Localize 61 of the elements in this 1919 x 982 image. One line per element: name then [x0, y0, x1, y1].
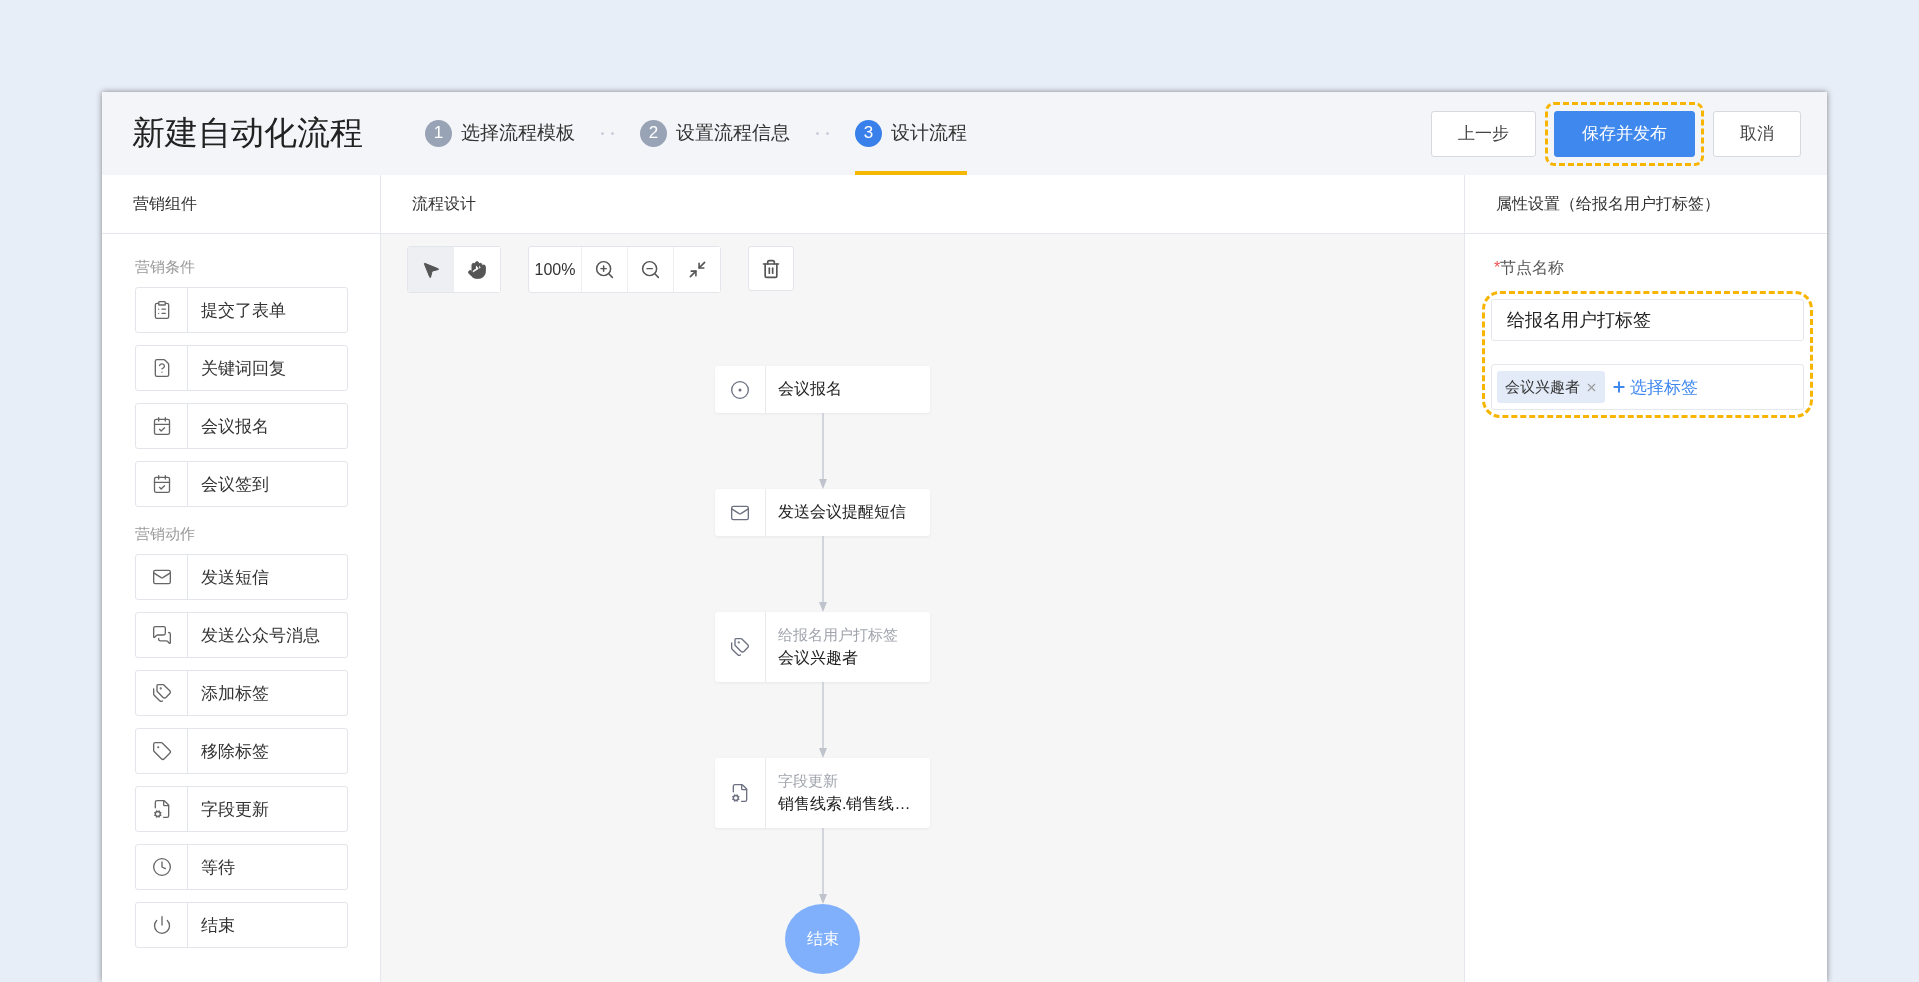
clock-icon	[151, 857, 172, 877]
delete-button[interactable]	[748, 246, 794, 291]
field-label-text: 节点名称	[1500, 259, 1565, 276]
chat-bubbles-icon	[151, 625, 172, 645]
zoom-out-icon	[640, 259, 661, 280]
envelope-icon	[151, 567, 172, 587]
group-title: 营销动作	[135, 525, 196, 544]
component-item[interactable]: 字段更新	[135, 786, 348, 832]
calendar-check-icon	[151, 474, 172, 494]
zoom-in-icon	[594, 259, 615, 280]
node-caption: 给报名用户打标签	[778, 625, 898, 645]
component-item[interactable]: 发送公众号消息	[135, 612, 348, 658]
component-item[interactable]: 结束	[135, 902, 348, 948]
required-mark: *	[1494, 259, 1501, 276]
flow-node[interactable]: 给报名用户打标签 会议兴趣者	[715, 612, 930, 682]
component-item[interactable]: 发送短信	[135, 554, 348, 600]
step-label: 选择流程模板	[461, 121, 575, 145]
publish-button[interactable]: 保存并发布	[1554, 110, 1695, 157]
plus-icon	[1611, 379, 1627, 395]
page-title: 新建自动化流程	[132, 113, 363, 153]
trash-icon	[761, 258, 781, 279]
component-item[interactable]: 移除标签	[135, 728, 348, 774]
flow-node[interactable]: 字段更新 销售线索.销售线…	[715, 758, 930, 828]
step-number: 1	[425, 119, 452, 147]
wizard-step[interactable]: 1 选择流程模板	[425, 92, 575, 175]
node-label: 会议兴趣者	[778, 647, 859, 668]
step-number: 2	[640, 119, 667, 147]
collapse-arrows-icon	[687, 260, 707, 279]
flow-node[interactable]: 会议报名	[715, 366, 930, 413]
step-label: 设置流程信息	[676, 121, 790, 145]
flow-node[interactable]: 发送会议提醒短信	[715, 489, 930, 536]
wizard-step[interactable]: 2 设置流程信息	[640, 92, 790, 175]
calendar-check-icon	[151, 416, 172, 436]
header-button[interactable]: 上一步	[1431, 110, 1536, 157]
step-separator-dots	[601, 132, 614, 135]
tag-icon	[151, 741, 172, 761]
target-icon	[730, 379, 750, 400]
header-button[interactable]: 取消	[1713, 110, 1801, 157]
document-gear-icon	[151, 799, 172, 819]
component-item[interactable]: 添加标签	[135, 670, 348, 716]
power-icon	[151, 915, 172, 935]
node-name-input[interactable]: 给报名用户打标签	[1491, 299, 1804, 341]
group-title: 营销条件	[135, 258, 196, 277]
step-number: 3	[855, 119, 882, 147]
component-item[interactable]: 提交了表单	[135, 287, 348, 333]
tag-label: 会议兴趣者	[1505, 377, 1580, 397]
node-label: 会议报名	[778, 379, 842, 399]
component-item[interactable]: 会议签到	[135, 461, 348, 507]
component-item[interactable]: 等待	[135, 844, 348, 890]
hand-icon	[467, 259, 487, 280]
step-label: 设计流程	[891, 121, 967, 145]
tool-button[interactable]	[408, 247, 454, 292]
tag-field[interactable]: 会议兴趣者 选择标签	[1491, 364, 1804, 410]
node-label: 销售线索.销售线…	[778, 793, 911, 814]
document-gear-icon	[730, 783, 750, 803]
select-tag-link[interactable]: 选择标签	[1611, 375, 1698, 399]
step-separator-dots	[816, 132, 829, 135]
node-caption: 字段更新	[778, 771, 839, 791]
component-item[interactable]: 会议报名	[135, 403, 348, 449]
component-item[interactable]: 关键词回复	[135, 345, 348, 391]
node-label: 发送会议提醒短信	[778, 502, 906, 522]
